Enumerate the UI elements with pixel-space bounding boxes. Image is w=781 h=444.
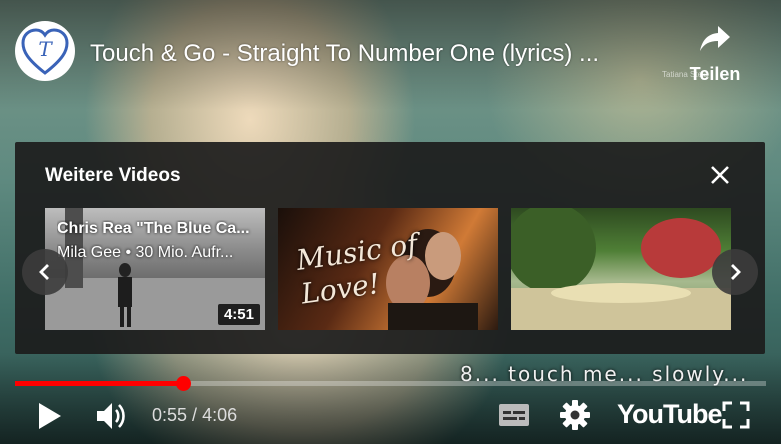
close-icon <box>711 166 729 184</box>
previous-videos-button[interactable] <box>22 249 68 295</box>
settings-gear-icon <box>560 400 590 430</box>
fullscreen-icon <box>722 401 750 429</box>
subtitles-button[interactable] <box>497 400 531 435</box>
volume-icon <box>97 403 125 429</box>
time-display: 0:55 / 4:06 <box>152 405 237 426</box>
next-videos-button[interactable] <box>712 249 758 295</box>
duration-badge: 4:51 <box>217 304 260 325</box>
watermark: Tatiana Stela <box>662 70 709 79</box>
time-total: 4:06 <box>202 405 238 425</box>
thumbnail-landscape-image <box>511 208 731 330</box>
share-arrow-icon <box>700 26 730 51</box>
share-button[interactable]: Teilen <box>680 24 750 94</box>
volume-button[interactable] <box>95 400 129 437</box>
settings-button[interactable] <box>558 398 592 437</box>
video-title[interactable]: Touch & Go - Straight To Number One (lyr… <box>90 40 660 68</box>
chevron-right-icon <box>731 264 741 280</box>
svg-text:T: T <box>38 37 53 61</box>
play-button[interactable] <box>35 400 65 437</box>
thumbnail-title: Chris Rea "The Blue Ca... <box>57 220 250 237</box>
youtube-logo-link[interactable]: YouTube <box>617 399 722 430</box>
channel-avatar[interactable]: T <box>15 21 75 81</box>
thumbnail-meta: Mila Gee • 30 Mio. Aufr... <box>57 244 234 261</box>
progress-played <box>15 381 183 386</box>
chevron-left-icon <box>39 264 49 280</box>
close-button[interactable] <box>707 162 733 188</box>
play-icon <box>39 403 61 429</box>
time-separator: / <box>187 405 203 425</box>
subtitles-icon <box>499 404 529 426</box>
video-thumbnail-1[interactable]: Chris Rea "The Blue Ca... Mila Gee • 30 … <box>45 208 265 330</box>
more-videos-heading: Weitere Videos <box>45 165 181 186</box>
time-current: 0:55 <box>152 405 188 425</box>
progress-bar[interactable] <box>15 376 766 391</box>
more-videos-panel: Weitere Videos Chris Rea "The Blue Ca...… <box>15 142 765 354</box>
video-player[interactable]: T Touch & Go - Straight To Number One (l… <box>0 0 781 444</box>
fullscreen-button[interactable] <box>721 400 751 435</box>
progress-scrubber-handle[interactable] <box>175 376 191 391</box>
video-thumbnail-3[interactable] <box>511 208 731 330</box>
video-thumbnail-2[interactable]: Music of Love! <box>278 208 498 330</box>
channel-logo-icon: T <box>21 28 69 75</box>
